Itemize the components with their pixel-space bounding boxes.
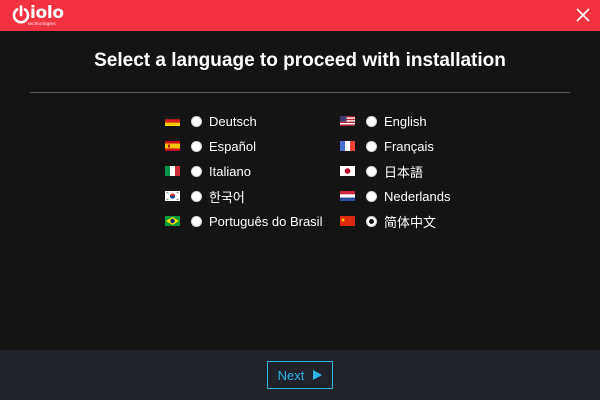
radio-button-selected[interactable] [366,215,377,227]
language-option-espanol[interactable]: Español [165,136,256,156]
language-label: Nederlands [384,188,451,204]
language-option-simplified-chinese[interactable]: 简体中文 [340,211,436,231]
radio-button[interactable] [191,190,202,202]
language-option-nederlands[interactable]: Nederlands [340,186,451,206]
language-label: 简体中文 [384,214,437,230]
it-flag-icon [165,166,180,176]
language-label: Español [209,138,256,154]
divider [30,92,570,93]
cn-flag-icon [340,216,355,226]
language-option-italiano[interactable]: Italiano [165,161,251,181]
brand-logo: iolo technologies [11,3,71,28]
next-button-label: Next [277,367,305,383]
play-arrow-icon [313,370,323,380]
kr-flag-icon [165,191,180,201]
jp-flag-icon [340,166,355,176]
de-flag-icon [165,116,180,126]
radio-button[interactable] [366,190,377,202]
radio-button[interactable] [191,215,202,227]
language-option-english[interactable]: English [340,111,427,131]
radio-button[interactable] [366,115,377,127]
language-option-japanese[interactable]: 日本語 [340,161,423,181]
radio-button[interactable] [191,115,202,127]
radio-button[interactable] [191,165,202,177]
language-option-francais[interactable]: Français [340,136,434,156]
brand-name: iolo [30,3,64,23]
br-flag-icon [165,216,180,226]
es-flag-icon [165,141,180,151]
page-title: Select a language to proceed with instal… [94,50,506,71]
us-flag-icon [340,116,355,126]
close-button[interactable] [574,6,592,24]
next-button[interactable]: Next [267,361,333,389]
nl-flag-icon [340,191,355,201]
language-label: Italiano [209,163,251,179]
language-option-deutsch[interactable]: Deutsch [165,111,257,131]
language-label: 日本語 [384,164,424,180]
language-label: Português do Brasil [209,213,323,229]
radio-button[interactable] [191,140,202,152]
radio-button[interactable] [366,140,377,152]
brand-subtitle: technologies [28,21,56,26]
language-option-portugues-brasil[interactable]: Português do Brasil [165,211,322,231]
language-option-korean[interactable]: 한국어 [165,186,245,206]
title-bar: iolo technologies [0,0,600,31]
language-label: Deutsch [209,113,257,129]
language-label: English [384,113,427,129]
close-icon [576,8,590,22]
language-label: Français [384,138,434,154]
fr-flag-icon [340,141,355,151]
radio-button[interactable] [366,165,377,177]
language-label: 한국어 [209,189,245,205]
